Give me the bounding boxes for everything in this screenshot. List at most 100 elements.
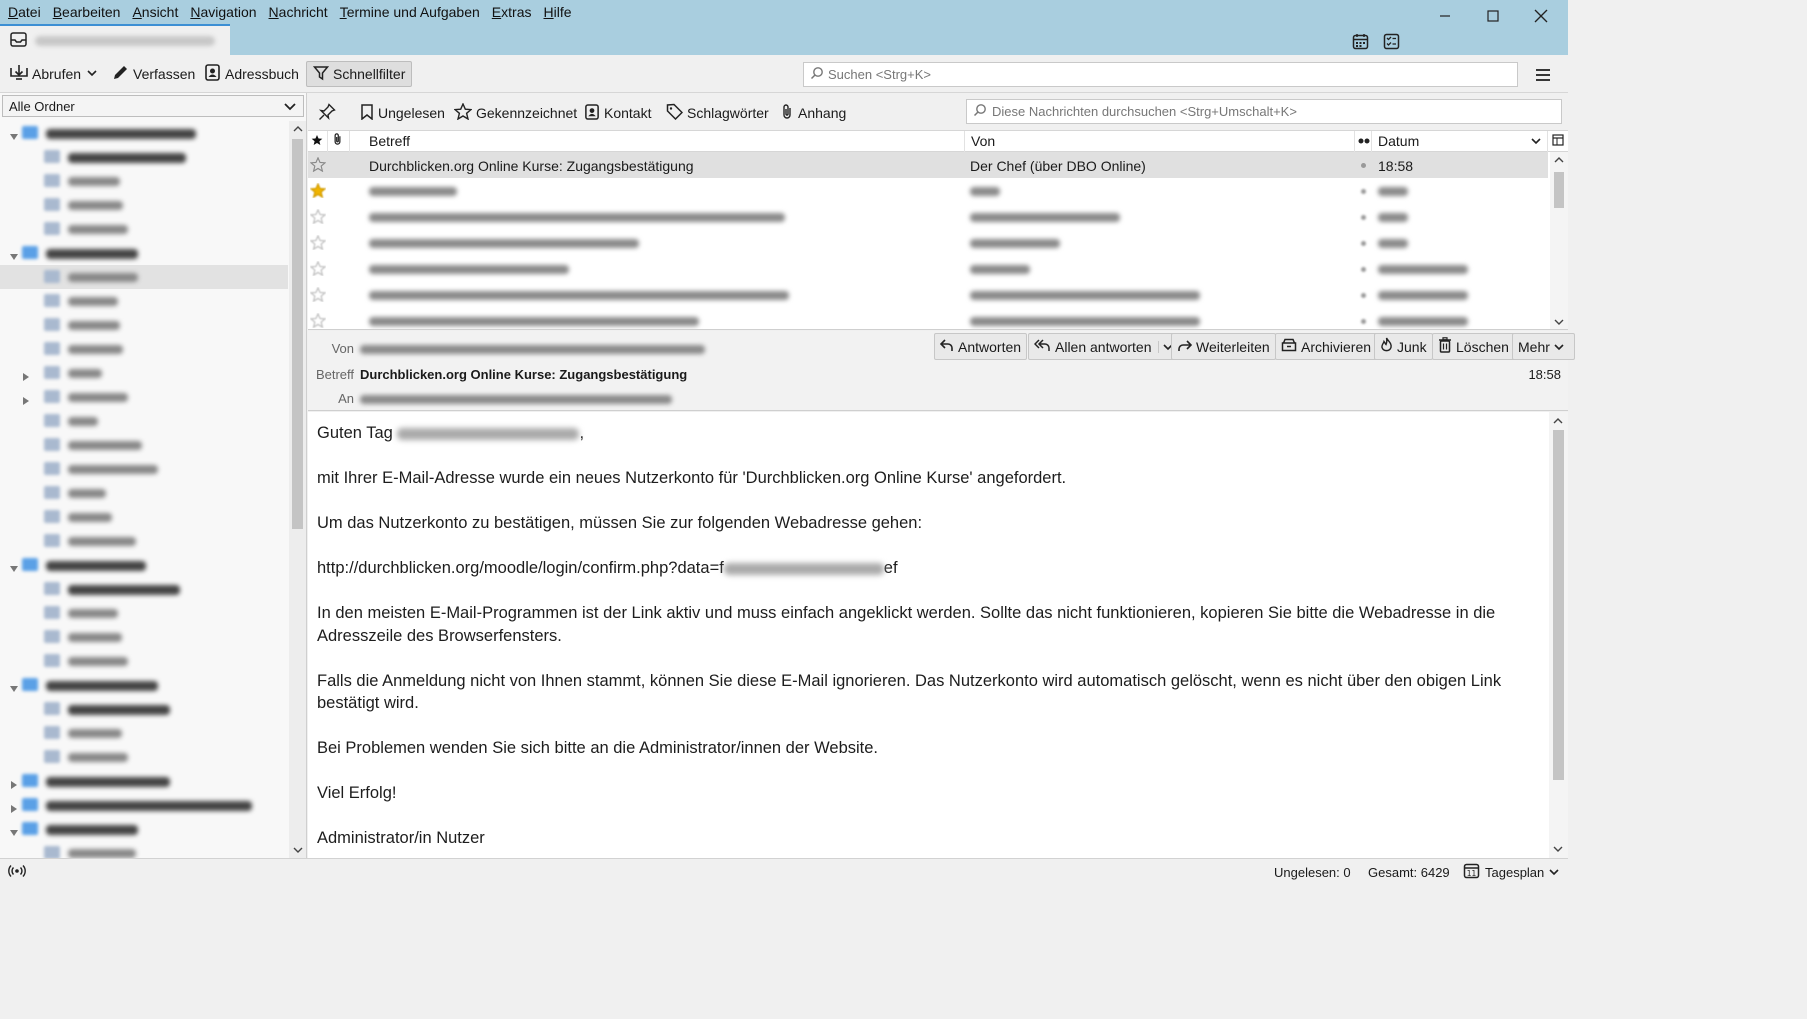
folder-row[interactable] bbox=[0, 385, 288, 409]
folder-row[interactable] bbox=[0, 193, 288, 217]
tasks-icon[interactable] bbox=[1380, 30, 1402, 52]
folder-row[interactable] bbox=[0, 577, 288, 601]
sticky-filter-toggle[interactable] bbox=[318, 102, 340, 123]
menu-termine[interactable]: Termine und Aufgaben bbox=[334, 2, 486, 22]
star-icon[interactable] bbox=[309, 182, 327, 201]
junk-button[interactable]: Junk bbox=[1374, 333, 1433, 360]
today-pane-toggle[interactable]: 11 Tagesplan bbox=[1463, 862, 1560, 882]
star-icon[interactable] bbox=[309, 156, 327, 175]
reply-button[interactable]: Antworten bbox=[934, 333, 1028, 360]
calendar-icon[interactable] bbox=[1349, 30, 1371, 52]
archive-button[interactable]: Archivieren bbox=[1275, 333, 1378, 360]
message-row[interactable] bbox=[308, 230, 1548, 256]
folder-scrollbar-thumb[interactable] bbox=[292, 139, 303, 529]
link-end[interactable]: ef bbox=[884, 559, 898, 577]
quick-filter-button[interactable]: Schnellfilter bbox=[306, 61, 413, 87]
online-status-icon[interactable] bbox=[8, 864, 26, 881]
folder-row[interactable] bbox=[0, 145, 288, 169]
folder-row[interactable] bbox=[0, 457, 288, 481]
folder-row[interactable] bbox=[0, 721, 288, 745]
delete-button[interactable]: Löschen bbox=[1432, 333, 1515, 360]
folder-scrollbar[interactable] bbox=[289, 121, 306, 858]
folder-row[interactable] bbox=[0, 841, 288, 858]
folder-row[interactable] bbox=[0, 505, 288, 529]
body-scrollbar[interactable] bbox=[1549, 412, 1568, 858]
folder-account-row[interactable] bbox=[0, 241, 288, 265]
folder-row[interactable] bbox=[0, 481, 288, 505]
folder-row[interactable] bbox=[0, 265, 288, 289]
folder-row[interactable] bbox=[0, 529, 288, 553]
message-row[interactable] bbox=[308, 256, 1548, 282]
link-start[interactable]: http://durchblicken.org/moodle/login/con… bbox=[317, 559, 724, 577]
message-row[interactable] bbox=[308, 204, 1548, 230]
menu-ansicht[interactable]: Ansicht bbox=[126, 2, 184, 22]
folder-row[interactable] bbox=[0, 697, 288, 721]
reply-all-button[interactable]: Allen antworten bbox=[1028, 333, 1181, 360]
folder-row[interactable] bbox=[0, 289, 288, 313]
filter-unread-button[interactable]: Ungelesen bbox=[360, 103, 445, 123]
message-row-selected[interactable]: Durchblicken.org Online Kurse: Zugangsbe… bbox=[308, 152, 1548, 178]
folder-row[interactable] bbox=[0, 337, 288, 361]
column-starred[interactable] bbox=[308, 131, 328, 152]
more-button[interactable]: Mehr bbox=[1512, 333, 1575, 360]
folder-account-row[interactable] bbox=[0, 817, 288, 841]
global-search-input[interactable]: Suchen <Strg+K> bbox=[803, 62, 1518, 87]
tab-inbox[interactable] bbox=[0, 24, 230, 55]
folder-account-row[interactable] bbox=[0, 121, 288, 145]
folder-row[interactable] bbox=[0, 169, 288, 193]
folder-row[interactable] bbox=[0, 625, 288, 649]
folder-row[interactable] bbox=[0, 745, 288, 769]
minimize-icon[interactable] bbox=[1422, 4, 1468, 28]
folder-row[interactable] bbox=[0, 409, 288, 433]
folder-row[interactable] bbox=[0, 649, 288, 673]
address-book-button[interactable]: Adressbuch bbox=[200, 61, 303, 87]
column-picker-icon[interactable] bbox=[1548, 131, 1568, 152]
thread-scrollbar-thumb[interactable] bbox=[1554, 172, 1564, 208]
filter-attachment-button[interactable]: Anhang bbox=[780, 103, 846, 123]
filter-starred-button[interactable]: Gekennzeichnet bbox=[453, 102, 577, 123]
body-scrollbar-thumb[interactable] bbox=[1553, 430, 1564, 780]
close-icon[interactable] bbox=[1518, 4, 1564, 28]
get-messages-button[interactable]: Abrufen bbox=[6, 61, 85, 87]
twisty-open-icon[interactable] bbox=[10, 681, 18, 692]
twisty-closed-icon[interactable] bbox=[10, 801, 18, 813]
menu-navigation[interactable]: Navigation bbox=[184, 2, 262, 22]
folder-account-row[interactable] bbox=[0, 673, 288, 697]
maximize-icon[interactable] bbox=[1470, 4, 1516, 28]
column-date[interactable]: Datum bbox=[1372, 131, 1548, 152]
twisty-closed-icon[interactable] bbox=[22, 393, 30, 405]
menu-hilfe[interactable]: Hilfe bbox=[537, 2, 577, 22]
confirmation-link[interactable]: http://durchblicken.org/moodle/login/con… bbox=[317, 557, 1540, 580]
message-row[interactable] bbox=[308, 308, 1548, 329]
filter-search-input[interactable]: Diese Nachrichten durchsuchen <Strg+Umsc… bbox=[966, 99, 1562, 124]
menu-extras[interactable]: Extras bbox=[486, 2, 538, 22]
write-button[interactable]: Verfassen bbox=[108, 61, 199, 87]
filter-contact-button[interactable]: Kontakt bbox=[584, 103, 651, 123]
app-menu-icon[interactable] bbox=[1532, 64, 1554, 86]
column-subject[interactable]: Betreff bbox=[363, 131, 965, 152]
star-icon[interactable] bbox=[309, 208, 327, 227]
twisty-closed-icon[interactable] bbox=[10, 777, 18, 789]
folder-mode-selector[interactable]: Alle Ordner bbox=[2, 95, 304, 117]
twisty-open-icon[interactable] bbox=[10, 825, 18, 836]
menu-nachricht[interactable]: Nachricht bbox=[263, 2, 334, 22]
twisty-closed-icon[interactable] bbox=[22, 369, 30, 381]
folder-row[interactable] bbox=[0, 433, 288, 457]
menu-datei[interactable]: Datei bbox=[2, 2, 47, 22]
message-row[interactable] bbox=[308, 282, 1548, 308]
star-icon[interactable] bbox=[309, 234, 327, 253]
column-read[interactable] bbox=[1355, 131, 1372, 152]
folder-account-row[interactable] bbox=[0, 769, 288, 793]
menu-bearbeiten[interactable]: Bearbeiten bbox=[47, 2, 127, 22]
folder-account-row[interactable] bbox=[0, 793, 288, 817]
get-messages-dropdown[interactable] bbox=[84, 61, 104, 87]
folder-row[interactable] bbox=[0, 601, 288, 625]
folder-row[interactable] bbox=[0, 217, 288, 241]
folder-account-row[interactable] bbox=[0, 553, 288, 577]
star-icon[interactable] bbox=[309, 286, 327, 305]
message-row[interactable] bbox=[308, 178, 1548, 204]
twisty-open-icon[interactable] bbox=[10, 561, 18, 572]
column-from[interactable]: Von bbox=[965, 131, 1355, 152]
thread-scrollbar[interactable] bbox=[1550, 152, 1568, 329]
twisty-open-icon[interactable] bbox=[10, 249, 18, 260]
